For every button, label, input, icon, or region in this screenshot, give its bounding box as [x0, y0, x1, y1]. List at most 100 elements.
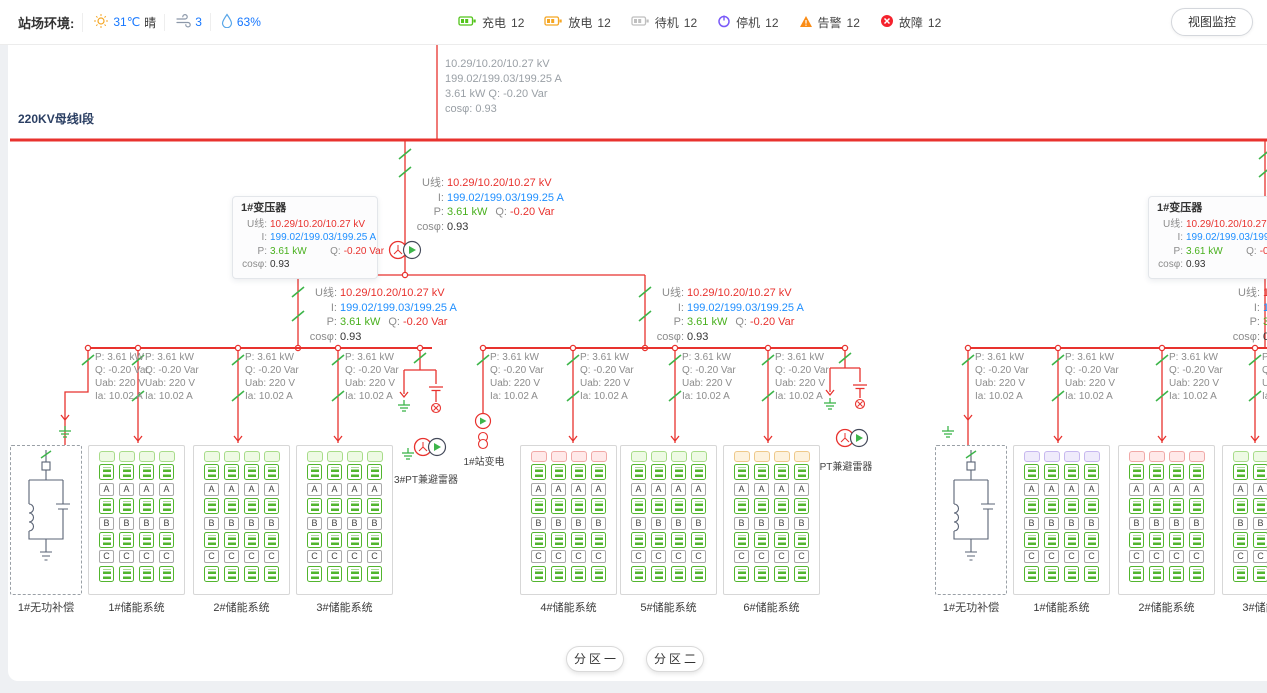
cluster-status-cell [531, 451, 547, 462]
reactive-compensator-box[interactable] [10, 445, 82, 595]
battery-column: ABC [1024, 451, 1040, 594]
status-label: 故障 [899, 14, 923, 31]
feeder-q: Q: -0.20 Var [245, 364, 299, 377]
status-icon [458, 15, 477, 30]
status-legend-item[interactable]: 待机 12 [631, 14, 697, 31]
cluster-status-cell [1149, 451, 1165, 462]
feeder-uab: Uab: 220 V [95, 377, 149, 390]
reactive-compensator-box[interactable] [935, 445, 1007, 595]
feeder-uab: Uab: 220 V [1169, 377, 1223, 390]
status-legend-item[interactable]: 停机 12 [717, 14, 778, 31]
zone-one-button[interactable]: 分区一 [566, 646, 624, 672]
feeder-uab: Uab: 220 V [490, 377, 544, 390]
feeder-measurements: P: 3.61 kW Q: -0.20 Var Uab: 220 V Ia: 1… [682, 351, 736, 403]
cluster-status-cell [204, 451, 220, 462]
current-value: 199.02/199.03/199.25 A [1186, 232, 1267, 243]
battery-cell-icon [204, 464, 219, 480]
storage-cluster-box[interactable]: ABCABCABCABC [620, 445, 717, 595]
storage-cluster-box[interactable]: ABCABCABCABC [1013, 445, 1110, 595]
cluster-status-cell [264, 451, 280, 462]
current-row: I:199.02/199.03/199.25 A [1226, 301, 1267, 316]
battery-cell-icon [1064, 532, 1079, 548]
cos-value: 0.93 [270, 259, 289, 270]
voltage-row: U线:10.29/10.20/10.27 kV [1226, 286, 1267, 301]
battery-cell-icon [327, 498, 342, 514]
voltage-row: U线:10.29/10.20/10.27 kV [1157, 218, 1267, 232]
battery-cell-icon [531, 566, 546, 582]
cluster-status-cell [774, 451, 790, 462]
phase-letter-cell: B [244, 517, 259, 530]
current-label: I: [241, 231, 267, 245]
battery-cell-icon [1024, 498, 1039, 514]
status-legend-item[interactable]: 告警 12 [799, 14, 860, 31]
incoming-cos: cosφ: 0.93 [445, 102, 562, 117]
cos-row: cosφ:0.93 [1157, 258, 1267, 272]
feeder-q: Q: -0.20 Var [1065, 364, 1119, 377]
battery-cell-icon [1189, 566, 1204, 582]
battery-column: ABC [551, 451, 567, 594]
reactive-power-label: Q: [388, 315, 400, 330]
battery-cell-icon [794, 498, 809, 514]
phase-letter-cell: A [99, 483, 114, 496]
battery-cell-icon [1084, 566, 1099, 582]
phase-letter-cell: C [591, 550, 606, 563]
battery-cell-icon [99, 532, 114, 548]
feeder-p: P: 3.61 kW [775, 351, 829, 364]
battery-cell-icon [651, 464, 666, 480]
battery-column: ABC [571, 451, 587, 594]
cos-label: cosφ: [650, 330, 684, 345]
current-value: 199.02/199.03/199.25 A [1263, 302, 1267, 314]
battery-column: ABC [1253, 451, 1267, 594]
storage-cluster-box[interactable]: ABCABCABCABC [1222, 445, 1267, 595]
phase-letter-cell: B [1169, 517, 1184, 530]
storage-cluster-box[interactable]: ABCABCABCABC [723, 445, 820, 595]
feeder-ia: Ia: 10.02 A [775, 390, 829, 403]
cluster-status-cell [1084, 451, 1100, 462]
feeder-uab: Uab: 220 V [775, 377, 829, 390]
wind-value: 3 [195, 15, 202, 29]
phase-letter-cell: B [347, 517, 362, 530]
phase-letter-cell: A [1044, 483, 1059, 496]
storage-cluster-box[interactable]: ABCABCABCABC [1118, 445, 1215, 595]
status-count: 12 [684, 16, 697, 30]
phase-letter-cell: A [224, 483, 239, 496]
cos-label: cosφ: [303, 330, 337, 345]
unit-label: 3#储能系统 [1222, 599, 1267, 615]
phase-letter-cell: C [671, 550, 686, 563]
storage-cluster-box[interactable]: ABCABCABCABC [193, 445, 290, 595]
feeder-uab: Uab: 220 V [975, 377, 1029, 390]
reactive-power-value: -0.20 Var [344, 246, 384, 257]
feeder-p: P: 3.61 kW [580, 351, 634, 364]
feeder-q: Q: -0.20 Var [1262, 364, 1267, 377]
status-legend-item[interactable]: 放电 12 [544, 14, 610, 31]
storage-cluster-box[interactable]: ABCABCABCABC [296, 445, 393, 595]
battery-cell-icon [794, 464, 809, 480]
battery-cell-icon [754, 498, 769, 514]
feeder-ia: Ia: 10.02 A [1262, 390, 1267, 403]
storage-cluster-box[interactable]: ABCABCABCABC [520, 445, 617, 595]
unit-label: 1#储能系统 [1013, 599, 1110, 615]
zone-two-button[interactable]: 分区二 [646, 646, 704, 672]
battery-column: ABC [531, 451, 547, 594]
battery-cell-icon [691, 532, 706, 548]
status-legend-item[interactable]: 充电 12 [458, 14, 524, 31]
view-monitor-button[interactable]: 视图监控 [1171, 8, 1253, 36]
transformer-info-box: 1#变压器 U线:10.29/10.20/10.27 kV I:199.02/1… [1148, 196, 1267, 279]
battery-cell-icon [1129, 498, 1144, 514]
sun-icon [93, 13, 109, 32]
active-power-label: P: [650, 315, 684, 330]
phase-letter-cell: A [1169, 483, 1184, 496]
battery-cell-icon [1253, 566, 1267, 582]
feeder-q: Q: -0.20 Var [345, 364, 399, 377]
feeder-q: Q: -0.20 Var [682, 364, 736, 377]
cluster-status-cell [591, 451, 607, 462]
feeder-ia: Ia: 10.02 A [1065, 390, 1119, 403]
phase-letter-cell: B [327, 517, 342, 530]
phase-letter-cell: B [1044, 517, 1059, 530]
status-legend-item[interactable]: 故障 12 [880, 14, 941, 31]
battery-cell-icon [774, 566, 789, 582]
battery-cell-icon [99, 498, 114, 514]
current-value: 199.02/199.03/199.25 A [687, 302, 804, 314]
storage-cluster-box[interactable]: ABCABCABCABC [88, 445, 185, 595]
battery-cell-icon [754, 532, 769, 548]
